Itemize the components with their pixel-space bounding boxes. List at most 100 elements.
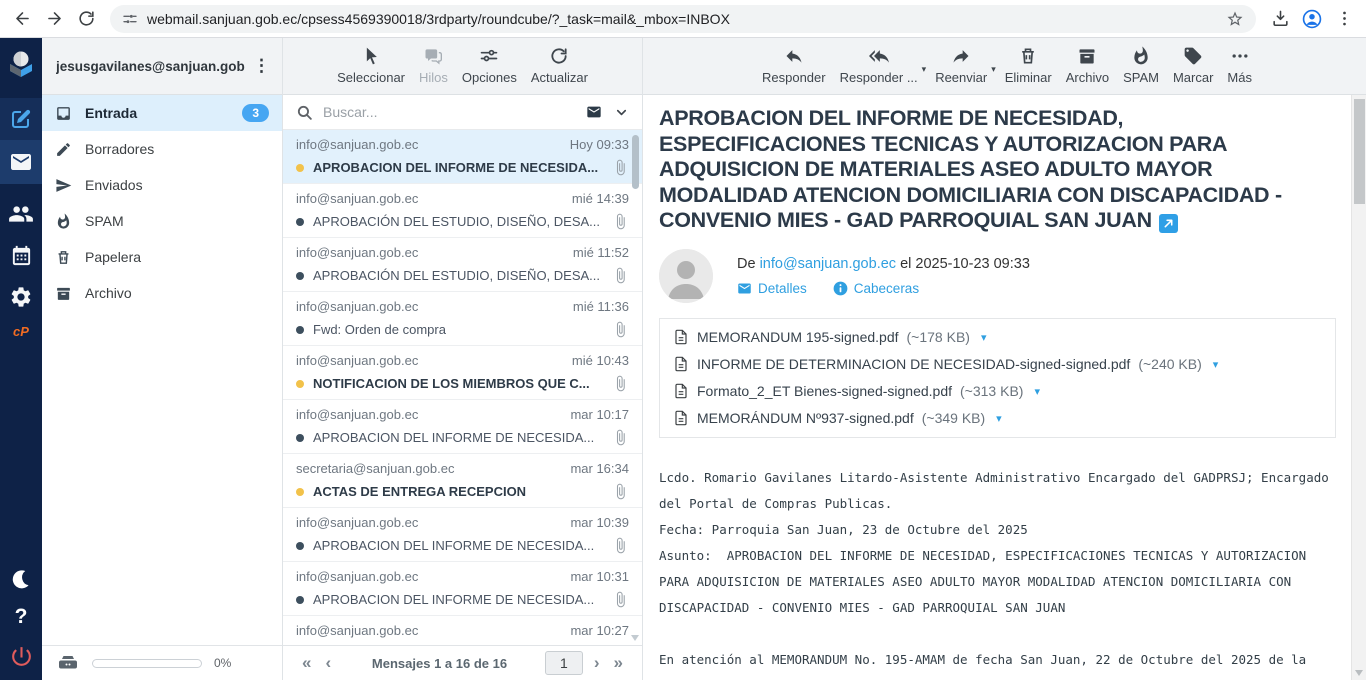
list-item[interactable]: info@sanjuan.gob.ec mié 11:52 APROBACIÓN… <box>283 238 642 292</box>
sender-email-link[interactable]: info@sanjuan.gob.ec <box>760 256 896 272</box>
message-list: info@sanjuan.gob.ec Hoy 09:33 APROBACION… <box>283 130 642 645</box>
url-text[interactable]: webmail.sanjuan.gob.ec/cpsess4569390018/… <box>147 11 1217 27</box>
delete-button[interactable]: Eliminar <box>998 46 1059 85</box>
folder-spam[interactable]: SPAM <box>42 203 282 239</box>
first-page-button[interactable]: « <box>295 653 318 673</box>
list-item[interactable]: info@sanjuan.gob.ec mar 10:39 APROBACION… <box>283 508 642 562</box>
browser-profile-button[interactable] <box>1296 3 1328 35</box>
reply-all-button[interactable]: Responder ... <box>833 46 925 85</box>
attachment-name[interactable]: INFORME DE DETERMINACION DE NECESIDAD-si… <box>697 356 1130 372</box>
archive-button[interactable]: Archivo <box>1059 46 1116 85</box>
open-in-new-window-icon[interactable] <box>1159 214 1178 233</box>
paperclip-icon <box>612 213 629 230</box>
page-number-input[interactable]: 1 <box>545 651 583 675</box>
browser-menu-button[interactable] <box>1328 3 1360 35</box>
url-bar[interactable]: webmail.sanjuan.gob.ec/cpsess4569390018/… <box>110 5 1256 33</box>
message-content: APROBACION DEL INFORME DE NECESIDAD, ESP… <box>643 95 1366 680</box>
attachment-menu-caret[interactable]: ▾ <box>996 412 1002 425</box>
chat-bubbles-icon <box>423 46 443 66</box>
logout-button[interactable] <box>0 636 42 676</box>
last-page-button[interactable]: » <box>607 653 630 673</box>
content-scrollbar[interactable] <box>1351 95 1366 680</box>
select-button[interactable]: Seleccionar <box>330 46 412 85</box>
list-item[interactable]: info@sanjuan.gob.ec mié 10:43 NOTIFICACI… <box>283 346 642 400</box>
folder-entrada[interactable]: Entrada 3 <box>42 95 282 131</box>
attachment-row[interactable]: MEMORANDUM 195-signed.pdf (~178 KB) ▾ <box>660 324 1335 351</box>
reply-button[interactable]: Responder <box>755 46 833 85</box>
message-sender: info@sanjuan.gob.ec <box>296 137 418 152</box>
folder-papelera[interactable]: Papelera <box>42 239 282 275</box>
list-scrollbar-thumb[interactable] <box>632 135 639 189</box>
options-button[interactable]: Opciones <box>455 46 524 85</box>
list-item[interactable]: info@sanjuan.gob.ec Hoy 09:33 APROBACION… <box>283 130 642 184</box>
list-item[interactable]: info@sanjuan.gob.ec mié 14:39 APROBACIÓN… <box>283 184 642 238</box>
refresh-button[interactable]: Actualizar <box>524 46 595 85</box>
browser-reload-button[interactable] <box>70 3 102 35</box>
status-dot <box>296 488 304 496</box>
spam-button[interactable]: SPAM <box>1116 46 1166 85</box>
rail-calendar-button[interactable] <box>0 237 42 273</box>
browser-back-button[interactable] <box>6 3 38 35</box>
folder-archivo[interactable]: Archivo <box>42 275 282 311</box>
paperclip-icon <box>612 537 629 554</box>
account-menu-button[interactable]: ⋮ <box>249 56 274 76</box>
compose-button[interactable] <box>0 98 42 140</box>
threads-button[interactable]: Hilos <box>412 46 455 85</box>
forward-icon <box>951 46 971 66</box>
folder-borradores[interactable]: Borradores <box>42 131 282 167</box>
rail-settings-button[interactable] <box>0 278 42 316</box>
content-scrollbar-thumb[interactable] <box>1354 99 1365 204</box>
message-date: 2025-10-23 09:33 <box>915 256 1030 272</box>
download-button[interactable] <box>1264 3 1296 35</box>
attachment-row[interactable]: Formato_2_ET Bienes-signed-signed.pdf (~… <box>660 378 1335 405</box>
list-scrollbar-down-arrow[interactable] <box>631 635 639 641</box>
attachment-menu-caret[interactable]: ▾ <box>1213 358 1219 371</box>
trash-icon <box>55 249 72 266</box>
rail-contacts-button[interactable] <box>0 196 42 232</box>
paperclip-icon <box>612 321 629 338</box>
content-scrollbar-down-arrow[interactable] <box>1355 670 1363 676</box>
attachment-row[interactable]: MEMORÁNDUM Nº937-signed.pdf (~349 KB) ▾ <box>660 405 1335 432</box>
contacts-icon <box>8 201 34 227</box>
details-link[interactable]: Detalles <box>737 281 807 296</box>
list-item[interactable]: info@sanjuan.gob.ec mar 10:31 APROBACION… <box>283 562 642 616</box>
search-input[interactable] <box>323 104 574 120</box>
mark-button[interactable]: Marcar <box>1166 46 1220 85</box>
attachment-name[interactable]: MEMORÁNDUM Nº937-signed.pdf <box>697 410 914 426</box>
attachment-menu-caret[interactable]: ▾ <box>1034 385 1040 398</box>
storage-disk-icon <box>56 651 80 675</box>
reply-all-dropdown-caret[interactable]: ▾ <box>922 64 927 75</box>
mail-icon <box>9 150 33 174</box>
quota-percent: 0% <box>214 656 231 670</box>
cpanel-icon[interactable]: cP <box>0 316 42 346</box>
site-settings-icon[interactable] <box>122 11 138 27</box>
pdf-file-icon <box>673 356 689 372</box>
ellipsis-icon <box>1230 46 1250 66</box>
help-button[interactable]: ? <box>0 598 42 636</box>
search-options-chevron-icon[interactable] <box>614 105 629 120</box>
status-dot <box>296 164 304 172</box>
list-item[interactable]: secretaria@sanjuan.gob.ec mar 16:34 ACTA… <box>283 454 642 508</box>
more-button[interactable]: Más <box>1220 46 1259 85</box>
rail-mail-button[interactable] <box>0 140 42 184</box>
browser-forward-button[interactable] <box>38 3 70 35</box>
dark-mode-button[interactable] <box>0 560 42 598</box>
next-page-button[interactable]: › <box>587 653 607 673</box>
attachment-name[interactable]: MEMORANDUM 195-signed.pdf <box>697 329 899 345</box>
forward-dropdown-caret[interactable]: ▾ <box>991 64 996 75</box>
forward-button[interactable]: Reenviar <box>928 46 994 85</box>
attachment-row[interactable]: INFORME DE DETERMINACION DE NECESIDAD-si… <box>660 351 1335 378</box>
bookmark-star-icon[interactable] <box>1226 10 1244 28</box>
list-item[interactable]: info@sanjuan.gob.ec mar 10:27 <box>283 616 642 645</box>
status-dot <box>296 380 304 388</box>
folder-enviados[interactable]: Enviados <box>42 167 282 203</box>
prev-page-button[interactable]: ‹ <box>318 653 338 673</box>
status-dot <box>296 542 304 550</box>
list-item[interactable]: info@sanjuan.gob.ec mar 10:17 APROBACION… <box>283 400 642 454</box>
attachment-name[interactable]: Formato_2_ET Bienes-signed-signed.pdf <box>697 383 952 399</box>
headers-link[interactable]: Cabeceras <box>833 281 919 296</box>
attachment-menu-caret[interactable]: ▾ <box>981 331 987 344</box>
search-scope-mail-icon[interactable] <box>584 104 604 120</box>
message-subject: APROBACION DEL INFORME DE NECESIDA... <box>313 538 603 553</box>
list-item[interactable]: info@sanjuan.gob.ec mié 11:36 Fwd: Orden… <box>283 292 642 346</box>
